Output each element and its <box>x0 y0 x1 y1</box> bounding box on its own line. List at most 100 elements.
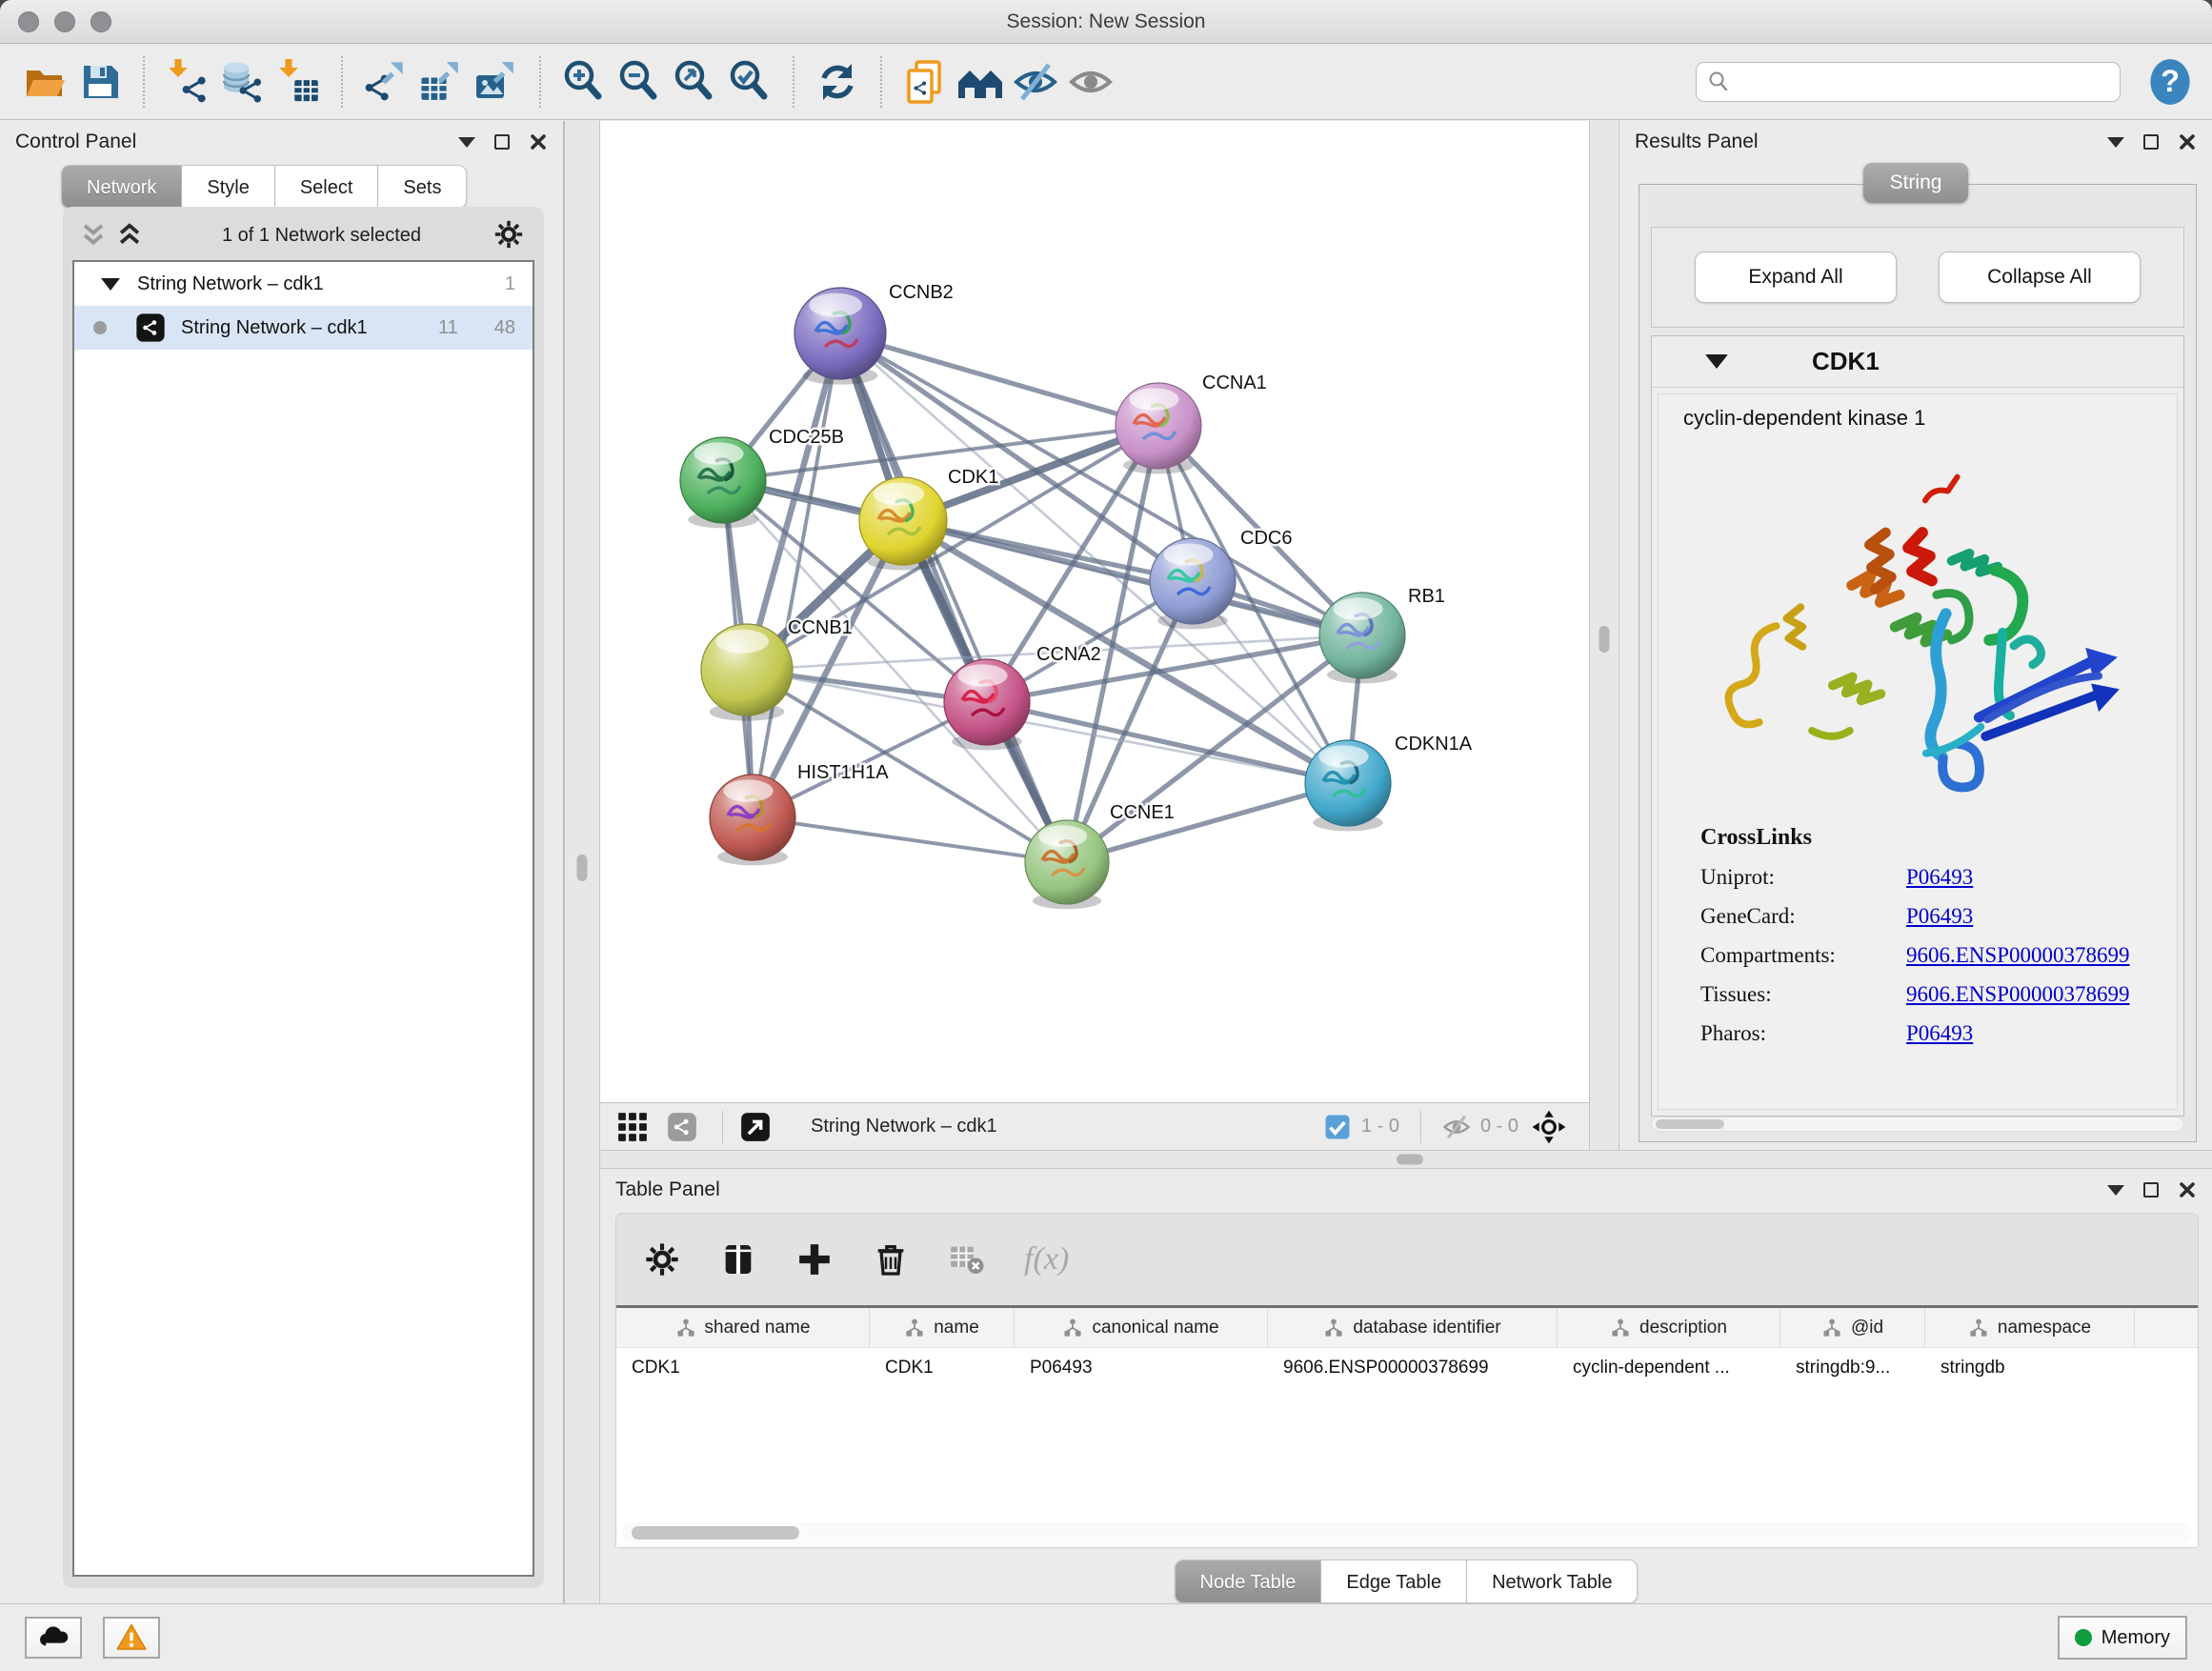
network-collection-row[interactable]: String Network – cdk1 1 <box>74 262 533 306</box>
table-cell[interactable]: stringdb:9... <box>1780 1358 1925 1379</box>
results-panel-menu-button[interactable] <box>2107 137 2124 148</box>
collapse-all-button[interactable]: Collapse All <box>1939 252 2141 303</box>
open-session-button[interactable] <box>17 52 72 111</box>
tree-expand-icon[interactable] <box>101 278 120 291</box>
table-cell[interactable]: CDK1 <box>616 1358 870 1379</box>
column-header-canonical-name[interactable]: canonical name <box>1015 1308 1268 1347</box>
show-columns-button[interactable] <box>719 1240 757 1278</box>
gene-entry-header[interactable]: CDK1 <box>1652 336 2183 388</box>
table-cell[interactable]: P06493 <box>1015 1358 1268 1379</box>
table-cell[interactable]: stringdb <box>1925 1358 2135 1379</box>
control-panel-close-button[interactable] <box>529 132 548 151</box>
network-node-cdc6[interactable] <box>1150 538 1236 629</box>
network-canvas[interactable]: CCNB2CCNA1CDC25BCDK1CDC6RB1CCNB1CCNA2CDK… <box>600 121 1589 1102</box>
network-node-cdkn1a[interactable] <box>1305 740 1391 831</box>
selected-checkbox-icon[interactable] <box>1323 1113 1352 1141</box>
network-node-ccne1[interactable] <box>1025 820 1109 909</box>
network-edge[interactable] <box>753 333 840 817</box>
table-cell[interactable]: cyclin-dependent ... <box>1558 1358 1780 1379</box>
zoom-fit-button[interactable] <box>667 52 722 111</box>
collapse-entry-icon[interactable] <box>1705 354 1728 369</box>
network-node-ccnb1[interactable] <box>701 624 793 721</box>
splitter-grip[interactable] <box>1397 1155 1423 1165</box>
birdseye-view-button[interactable] <box>612 1108 654 1146</box>
delete-column-button[interactable] <box>872 1240 910 1278</box>
bottom-splitter[interactable] <box>600 1150 2212 1169</box>
table-row[interactable]: CDK1CDK1P064939606.ENSP00000378699cyclin… <box>616 1348 2198 1388</box>
table-panel-close-button[interactable] <box>2178 1180 2197 1199</box>
tab-node-table[interactable]: Node Table <box>1175 1560 1322 1603</box>
export-network-button[interactable] <box>358 52 413 111</box>
export-table-button[interactable] <box>413 52 469 111</box>
scrollbar-thumb[interactable] <box>1656 1119 1724 1129</box>
export-image-button[interactable] <box>469 52 524 111</box>
memory-button[interactable]: Memory <box>2058 1616 2187 1660</box>
save-session-button[interactable] <box>72 52 128 111</box>
column-header-description[interactable]: description <box>1558 1308 1780 1347</box>
column-header-namespace[interactable]: namespace <box>1925 1308 2135 1347</box>
navigator-button[interactable] <box>1528 1108 1570 1146</box>
search-input[interactable] <box>1696 62 2121 102</box>
tab-select[interactable]: Select <box>275 165 379 209</box>
network-node-rb1[interactable] <box>1319 593 1405 683</box>
show-hidden-button[interactable] <box>1063 52 1118 111</box>
expand-all-button[interactable]: Expand All <box>1695 252 1897 303</box>
tab-edge-table[interactable]: Edge Table <box>1321 1560 1467 1603</box>
network-options-button[interactable] <box>491 217 527 253</box>
hide-selected-button[interactable] <box>1008 52 1063 111</box>
column-header-shared-name[interactable]: shared name <box>616 1308 870 1347</box>
splitter-grip[interactable] <box>1599 626 1610 653</box>
network-node-hist1h1a[interactable] <box>710 775 795 865</box>
table-panel-menu-button[interactable] <box>2107 1185 2124 1196</box>
detach-view-button[interactable] <box>734 1108 776 1146</box>
left-splitter[interactable] <box>564 121 600 1603</box>
zoom-selected-button[interactable] <box>722 52 777 111</box>
cloud-status-button[interactable] <box>25 1617 82 1659</box>
import-table-from-file-button[interactable] <box>271 52 326 111</box>
network-edge[interactable] <box>1067 635 1362 862</box>
column-header-database-identifier[interactable]: database identifier <box>1268 1308 1558 1347</box>
collapse-all-networks-button[interactable] <box>80 222 107 249</box>
tab-sets[interactable]: Sets <box>378 165 467 209</box>
tab-string[interactable]: String <box>1863 163 1969 203</box>
import-network-from-database-button[interactable] <box>215 52 271 111</box>
import-network-from-file-button[interactable] <box>160 52 215 111</box>
tab-network[interactable]: Network <box>61 165 182 209</box>
crosslink-value[interactable]: P06493 <box>1906 865 1973 890</box>
zoom-in-button[interactable] <box>556 52 612 111</box>
tab-network-table[interactable]: Network Table <box>1467 1560 1638 1603</box>
network-edge[interactable] <box>840 333 1158 426</box>
network-node-ccna2[interactable] <box>944 659 1030 750</box>
table-cell[interactable]: 9606.ENSP00000378699 <box>1268 1358 1558 1379</box>
crosslink-value[interactable]: 9606.ENSP00000378699 <box>1906 943 2130 968</box>
table-cell[interactable]: CDK1 <box>870 1358 1015 1379</box>
expand-all-networks-button[interactable] <box>116 222 143 249</box>
control-panel-menu-button[interactable] <box>458 137 475 148</box>
table-panel-float-button[interactable] <box>2143 1182 2159 1198</box>
splitter-grip[interactable] <box>577 855 588 881</box>
table-options-button[interactable] <box>643 1240 681 1278</box>
hidden-eye-slash-icon[interactable] <box>1442 1113 1471 1141</box>
crosslink-value[interactable]: 9606.ENSP00000378699 <box>1906 982 2130 1007</box>
crosslink-value[interactable]: P06493 <box>1906 904 1973 929</box>
scrollbar-thumb[interactable] <box>632 1526 799 1540</box>
create-column-button[interactable] <box>795 1240 834 1278</box>
new-network-from-selection-button[interactable] <box>897 52 953 111</box>
warnings-button[interactable] <box>103 1617 160 1659</box>
network-edge[interactable] <box>753 817 1067 862</box>
string-style-button[interactable] <box>661 1108 703 1146</box>
table-scrollbar[interactable] <box>622 1522 2192 1543</box>
column-header-name[interactable]: name <box>870 1308 1015 1347</box>
results-scrollbar[interactable] <box>1651 1117 2184 1132</box>
help-button[interactable]: ? <box>2145 57 2195 107</box>
column-header--id[interactable]: @id <box>1780 1308 1925 1347</box>
network-row-selected[interactable]: String Network – cdk1 11 48 <box>74 306 533 350</box>
apply-preferred-layout-button[interactable] <box>810 52 865 111</box>
tab-style[interactable]: Style <box>182 165 274 209</box>
control-panel-float-button[interactable] <box>494 134 510 150</box>
first-neighbors-button[interactable] <box>953 52 1008 111</box>
zoom-out-button[interactable] <box>612 52 667 111</box>
crosslink-value[interactable]: P06493 <box>1906 1021 1973 1046</box>
results-panel-float-button[interactable] <box>2143 134 2159 150</box>
right-splitter[interactable] <box>1589 121 1619 1150</box>
